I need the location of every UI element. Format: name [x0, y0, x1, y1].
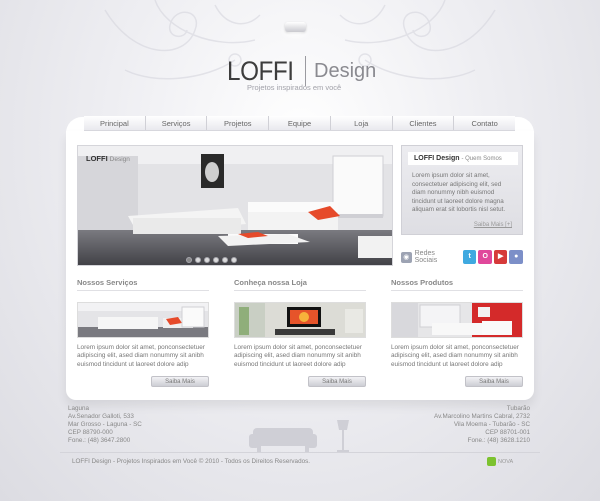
footer-line: Av.Senador Galloti, 533 — [68, 413, 134, 420]
slider-dot[interactable] — [186, 257, 192, 263]
column-title: Nossos Produtos — [391, 278, 523, 291]
slider-pagination — [186, 257, 237, 263]
hero-room-image — [78, 146, 392, 265]
column-text: Lorem ipsum dolor sit amet, ponconsectet… — [234, 344, 362, 368]
about-more-link[interactable]: Saiba Mais [+] — [474, 222, 512, 228]
social-bar: ◉ Redes Sociais t O ▶ ● — [401, 248, 523, 266]
nav-item-projetos[interactable]: Projetos — [207, 116, 270, 130]
rss-icon[interactable]: ◉ — [401, 251, 412, 263]
footer-address-tubarao: Tubarão Av.Marcolino Martins Cabral, 273… — [434, 405, 530, 445]
agency-badge[interactable]: NOVA — [487, 457, 513, 466]
flickr-icon[interactable]: ● — [509, 250, 523, 264]
footer-line: CEP 88790-000 — [68, 429, 113, 436]
about-text: Lorem ipsum dolor sit amet, consectetuer… — [412, 172, 506, 214]
logo-subtitle: Design — [314, 60, 377, 82]
sofa-lamp-silhouette-icon — [249, 420, 349, 452]
site-logo[interactable]: LOFFI Design — [227, 56, 376, 86]
footer-divider — [60, 452, 540, 453]
footer-line: CEP 88701-001 — [485, 429, 530, 436]
slider-logo-main: LOFFI — [86, 154, 108, 163]
slider-logo: LOFFI Design — [86, 154, 130, 163]
footer-line: Laguna — [68, 405, 90, 412]
slider-dot[interactable] — [195, 257, 201, 263]
agency-logo-icon — [487, 457, 496, 466]
nav-item-servicos[interactable]: Serviços — [146, 116, 208, 130]
orkut-icon[interactable]: O — [478, 250, 492, 264]
column-text: Lorem ipsum dolor sit amet, ponconsectet… — [391, 344, 519, 368]
about-title-main: LOFFI Design — [414, 155, 460, 162]
slider-dot[interactable] — [222, 257, 228, 263]
logo-divider — [305, 56, 307, 86]
hero-slider[interactable]: LOFFI Design — [77, 145, 393, 266]
about-title: LOFFI Design - Quem Somos — [408, 152, 518, 165]
slider-logo-sub: Design — [109, 156, 130, 163]
footer-line: Av.Marcolino Martins Cabral, 2732 — [433, 413, 530, 420]
nav-item-loja[interactable]: Loja — [331, 116, 393, 130]
servicos-more-button[interactable]: Saiba Mais — [151, 376, 209, 387]
tagline: Projetos inspirados em você — [247, 83, 342, 92]
social-label: Redes Sociais — [414, 250, 438, 264]
loja-thumbnail[interactable] — [234, 302, 366, 338]
column-title: Nossos Serviços — [77, 278, 209, 291]
column-produtos: Nossos Produtos Lorem ipsum dolor sit am… — [391, 278, 523, 387]
about-box: LOFFI Design - Quem Somos Lorem ipsum do… — [401, 145, 523, 235]
logo-name: LOFFI — [227, 56, 294, 86]
footer-line: Vila Moema - Tubarão - SC — [453, 421, 530, 428]
copyright-text: LOFFI Design - Projetos Inspirados em Vo… — [72, 458, 310, 465]
column-title: Conheça nossa Loja — [234, 278, 366, 291]
column-loja: Conheça nossa Loja Lorem ipsum dolor sit… — [234, 278, 366, 387]
produtos-more-button[interactable]: Saiba Mais — [465, 376, 523, 387]
nav-item-contato[interactable]: Contato — [454, 116, 515, 130]
footer-line: Fone.: (48) 3628.1210 — [467, 437, 530, 444]
nav-item-equipe[interactable]: Equipe — [269, 116, 331, 130]
column-servicos: Nossos Serviços Lorem ipsum dolor sit am… — [77, 278, 209, 387]
slider-dot[interactable] — [204, 257, 210, 263]
produtos-thumbnail[interactable] — [391, 302, 523, 338]
footer-line: Fone.: (48) 3647.2800 — [68, 437, 131, 444]
column-text: Lorem ipsum dolor sit amet, ponconsectet… — [77, 344, 205, 368]
footer-line: Mar Grosso - Laguna - SC — [68, 421, 142, 428]
youtube-icon[interactable]: ▶ — [493, 250, 508, 264]
nav-item-principal[interactable]: Principal — [84, 116, 146, 130]
nav-item-clientes[interactable]: Clientes — [393, 116, 455, 130]
servicos-thumbnail[interactable] — [77, 302, 209, 338]
footer-line: Tubarão — [506, 405, 530, 412]
footer-address-laguna: Laguna Av.Senador Galloti, 533 Mar Gross… — [68, 405, 142, 445]
about-title-suffix: - Quem Somos — [461, 156, 502, 162]
slider-dot[interactable] — [213, 257, 219, 263]
twitter-icon[interactable]: t — [462, 250, 477, 264]
main-nav: Principal Serviços Projetos Equipe Loja … — [84, 116, 515, 131]
agency-name: NOVA — [498, 458, 514, 465]
ceiling-lamp-icon — [285, 22, 306, 32]
slider-dot[interactable] — [231, 257, 237, 263]
loja-more-button[interactable]: Saiba Mais — [308, 376, 366, 387]
